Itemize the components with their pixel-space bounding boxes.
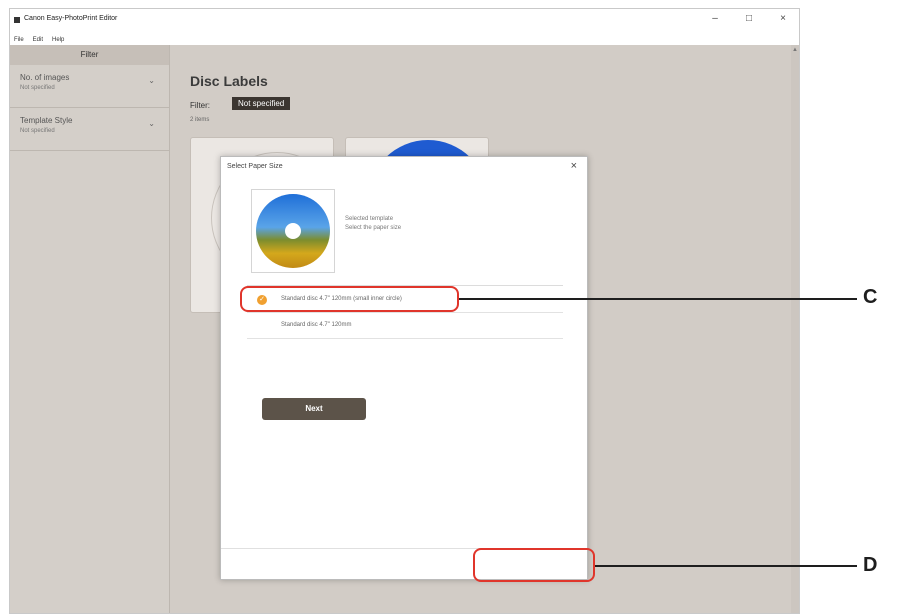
filter-label: Template Style (20, 116, 73, 125)
menu-help[interactable]: Help (52, 35, 64, 45)
item-count: 2 items (190, 117, 210, 123)
filter-no-of-images[interactable]: No. of images Not specified ⌄ (10, 65, 169, 108)
menu-edit[interactable]: Edit (33, 35, 43, 45)
title-bar: Canon Easy-PhotoPrint Editor – □ × (10, 9, 799, 35)
template-thumbnail (251, 189, 335, 273)
paper-size-label: Standard disc 4.7" 120mm (281, 322, 352, 328)
paper-size-option[interactable]: Standard disc 4.7" 120mm (247, 313, 563, 339)
filter-label: No. of images (20, 73, 70, 82)
filter-badge[interactable]: Not specified (232, 97, 291, 110)
close-icon[interactable]: × (773, 12, 793, 26)
dialog-message: Select the paper size (345, 225, 402, 231)
callout-d-label: D (863, 554, 878, 576)
menu-file[interactable]: File (14, 35, 24, 45)
dialog-title: Select Paper Size (227, 163, 283, 170)
disc-hole (285, 223, 301, 239)
dialog-message: Selected template (345, 216, 394, 222)
maximize-icon[interactable]: □ (739, 12, 759, 26)
filter-sidebar: Filter No. of images Not specified ⌄ Tem… (10, 45, 170, 613)
close-icon[interactable]: × (571, 160, 577, 172)
sidebar-header: Filter (10, 45, 169, 65)
app-icon (14, 17, 20, 23)
filter-value: Not specified (20, 85, 55, 91)
filter-caption: Filter: (190, 101, 210, 110)
menu-bar: File Edit Help (10, 35, 799, 45)
window-controls: – □ × (705, 12, 793, 26)
callout-d-line (595, 565, 857, 567)
app-title: Canon Easy-PhotoPrint Editor (24, 15, 118, 22)
callout-c-label: C (863, 286, 878, 308)
chevron-down-icon[interactable]: ⌄ (148, 119, 155, 128)
callout-c-line (459, 298, 857, 300)
select-paper-size-dialog: Select Paper Size × Selected template Se… (220, 156, 588, 580)
filter-value: Not specified (20, 128, 55, 134)
filter-template-style[interactable]: Template Style Not specified ⌄ (10, 108, 169, 151)
scroll-up-icon[interactable]: ▲ (792, 47, 798, 53)
page-title: Disc Labels (190, 73, 268, 89)
minimize-icon[interactable]: – (705, 12, 725, 26)
chevron-down-icon[interactable]: ⌄ (148, 76, 155, 85)
scrollbar[interactable] (791, 45, 799, 613)
next-button[interactable]: Next (262, 398, 366, 420)
disc-thumbnail-image (256, 194, 330, 268)
callout-d-highlight (473, 548, 595, 582)
callout-c-highlight (240, 286, 459, 312)
